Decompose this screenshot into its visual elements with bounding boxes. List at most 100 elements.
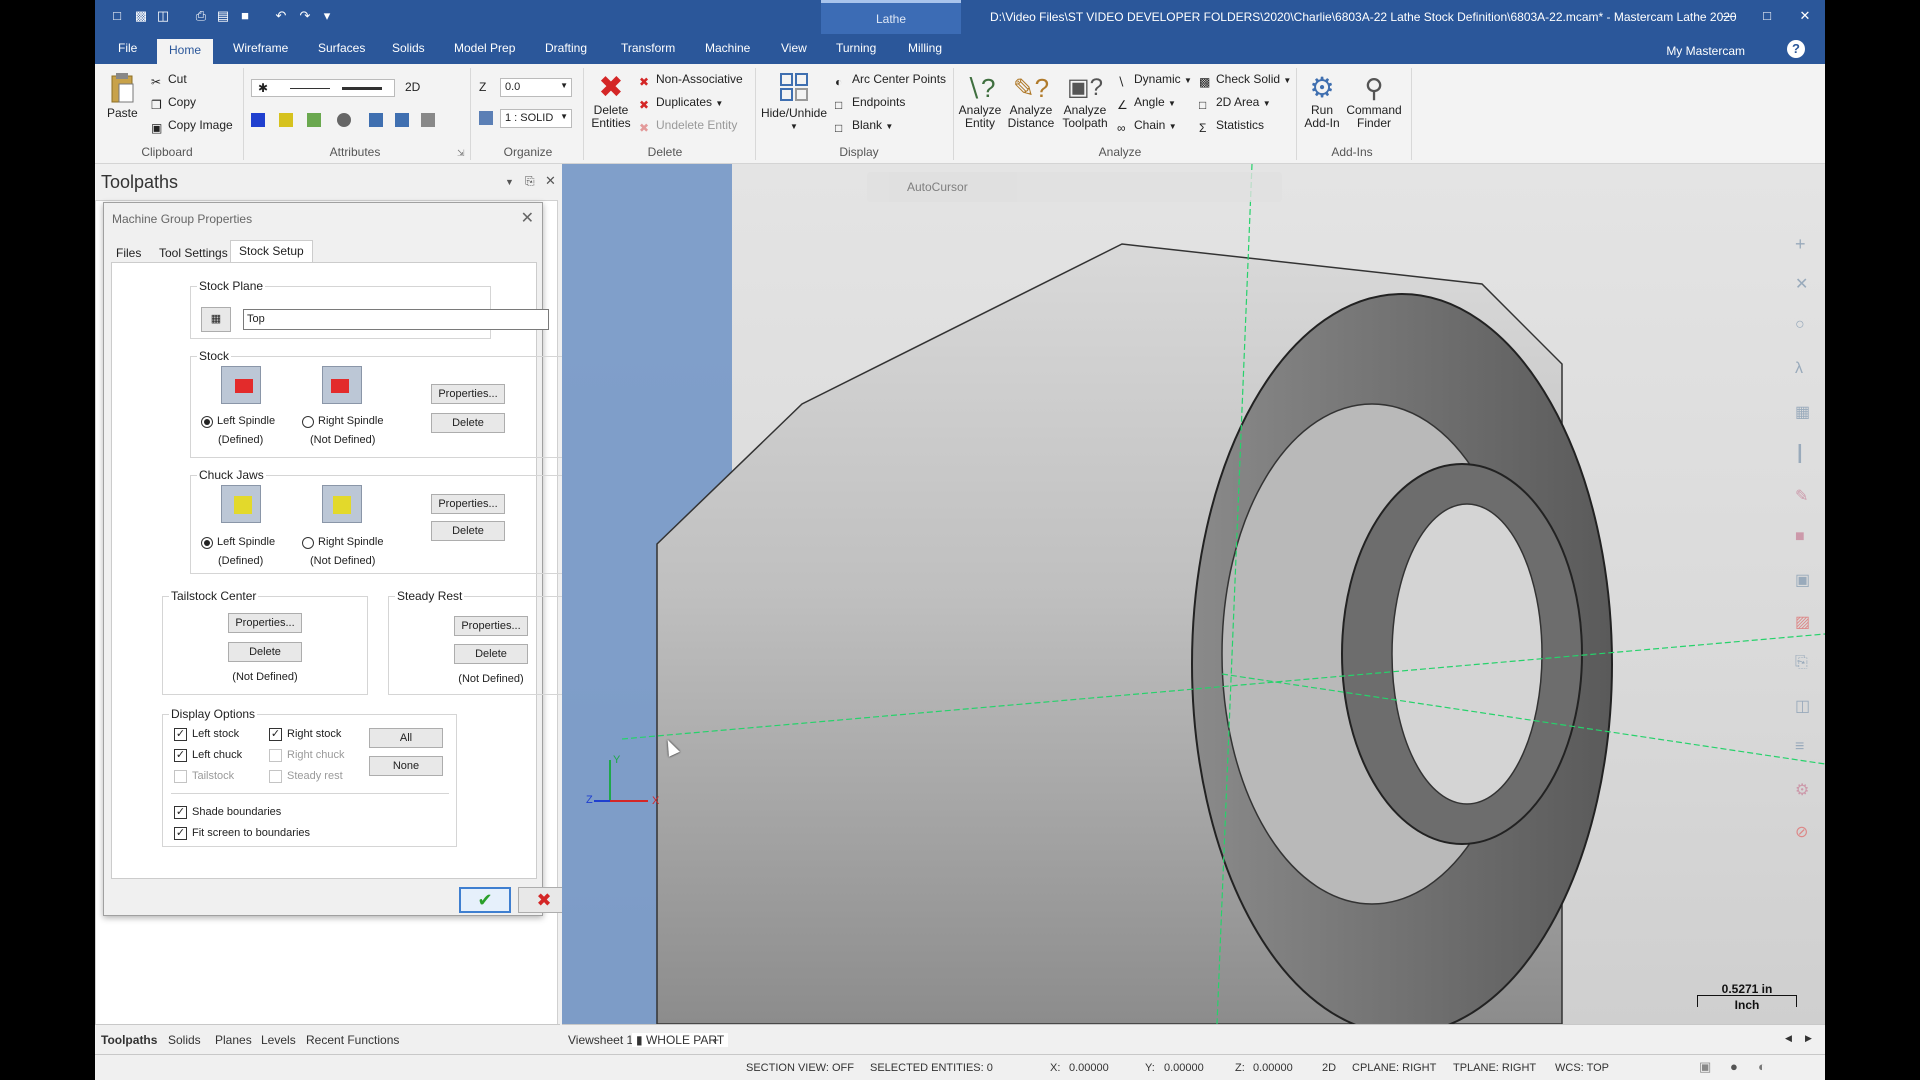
tab-solids[interactable]: Solids: [392, 41, 425, 55]
cut-button[interactable]: ✂ Cut: [151, 72, 187, 89]
pin-icon[interactable]: ⎘: [525, 174, 535, 189]
left-stock-checkbox[interactable]: ✓: [174, 728, 187, 741]
line-style-selector[interactable]: ✱: [251, 79, 395, 97]
hide-unhide-button[interactable]: Hide/Unhide ▼: [759, 72, 829, 133]
tab-file[interactable]: File: [118, 41, 137, 55]
redo-icon[interactable]: ↷: [297, 8, 313, 24]
chuck-properties-button[interactable]: Properties...: [431, 494, 505, 514]
copy-button[interactable]: ❐ Copy: [151, 95, 196, 112]
steady-rest-properties-button[interactable]: Properties...: [454, 616, 528, 636]
fit-icon[interactable]: ✕: [1795, 274, 1817, 296]
section-view-status[interactable]: SECTION VIEW: OFF: [746, 1062, 854, 1074]
z-depth-input[interactable]: 0.0 ▼: [500, 78, 572, 97]
plane-icon[interactable]: ◫: [1795, 696, 1817, 718]
dynamic-button[interactable]: ∖ Dynamic ▼: [1117, 72, 1192, 89]
tab-machine[interactable]: Machine: [705, 41, 750, 55]
tab-solids-manager[interactable]: Solids: [168, 1033, 201, 1047]
pin-icon[interactable]: ⎘: [1795, 654, 1817, 676]
tab-planes[interactable]: Planes: [215, 1033, 252, 1047]
minimize-icon[interactable]: —: [1717, 6, 1741, 26]
endpoints-button[interactable]: □ Endpoints: [835, 95, 905, 112]
arc-center-points-button[interactable]: ◐ Arc Center Points: [835, 72, 946, 89]
stock-right-spindle-radio[interactable]: [302, 416, 314, 428]
tab-levels[interactable]: Levels: [261, 1033, 296, 1047]
layers-icon[interactable]: ≡: [1795, 738, 1817, 760]
tab-drafting[interactable]: Drafting: [545, 41, 587, 55]
merge-icon[interactable]: ■: [237, 8, 253, 24]
wireframe-color-icon[interactable]: [251, 113, 265, 127]
none-button[interactable]: None: [369, 756, 443, 776]
tab-recent-functions[interactable]: Recent Functions: [306, 1033, 399, 1047]
chevron-right-icon[interactable]: ▶: [1805, 1033, 1812, 1044]
attribute-color-tools[interactable]: [251, 111, 461, 131]
tab-transform[interactable]: Transform: [621, 41, 675, 55]
shaded-mode-icon[interactable]: ●: [1730, 1059, 1738, 1074]
analyze-entity-button[interactable]: ∖? Analyze Entity: [957, 72, 1003, 130]
close-icon[interactable]: ✕: [545, 173, 556, 189]
my-mastercam-link[interactable]: My Mastercam: [1666, 44, 1745, 58]
chuck-delete-button[interactable]: Delete: [431, 521, 505, 541]
blank-button[interactable]: □ Blank ▼: [835, 118, 893, 135]
copy-image-button[interactable]: ▣ Copy Image: [151, 118, 233, 135]
analyze-distance-button[interactable]: ✎? Analyze Distance: [1005, 72, 1057, 130]
right-stock-checkbox[interactable]: ✓: [269, 728, 282, 741]
tab-toolpaths[interactable]: Toolpaths: [101, 1033, 157, 1047]
stock-properties-button[interactable]: Properties...: [431, 384, 505, 404]
pencil-icon[interactable]: ✎: [1795, 486, 1817, 508]
tplane-status[interactable]: TPLANE: RIGHT: [1453, 1062, 1536, 1074]
duplicates-button[interactable]: ✖ Duplicates ▼: [639, 95, 723, 112]
transparency-icon[interactable]: [395, 113, 409, 127]
dimension-icon[interactable]: ┃: [1795, 444, 1817, 466]
cplane-status[interactable]: CPLANE: RIGHT: [1352, 1062, 1436, 1074]
surface-color-icon[interactable]: [279, 113, 293, 127]
no-entry-icon[interactable]: ⊘: [1795, 822, 1817, 844]
tab-wireframe[interactable]: Wireframe: [233, 41, 288, 55]
translucency-icon[interactable]: ◐: [1758, 1059, 1766, 1074]
view-icon[interactable]: ▣: [1795, 570, 1817, 592]
shade-boundaries-checkbox[interactable]: ✓: [174, 806, 187, 819]
level-selector[interactable]: 1 : SOLID ▼: [500, 109, 572, 128]
chevron-left-icon[interactable]: ◀: [1785, 1033, 1792, 1044]
check-solid-button[interactable]: ▩ Check Solid ▼: [1199, 72, 1291, 89]
tab-home[interactable]: Home: [157, 39, 214, 65]
stock-plane-field[interactable]: Top: [243, 309, 549, 330]
save-as-icon[interactable]: ▤: [215, 8, 231, 24]
chuck-left-spindle-radio[interactable]: [201, 537, 213, 549]
paste-button[interactable]: Paste: [107, 72, 138, 120]
graphics-viewport[interactable]: AutoCursor + ✕ ○ λ ▦ ┃ ✎ ■ ▣ ▨ ⎘ ◫ ≡ ⚙ ⊘…: [562, 164, 1825, 1024]
save-icon[interactable]: ▩: [133, 8, 149, 24]
statistics-button[interactable]: Σ Statistics: [1199, 118, 1264, 135]
plane-selector-button[interactable]: ▦: [201, 307, 231, 332]
tab-tool-settings[interactable]: Tool Settings: [151, 243, 236, 263]
wireframe-mode-icon[interactable]: ▣: [1699, 1059, 1711, 1075]
wcs-status[interactable]: WCS: TOP: [1555, 1062, 1609, 1074]
print-icon[interactable]: ⎙: [193, 8, 209, 24]
autocursor-toolbar[interactable]: AutoCursor: [867, 172, 1282, 202]
tailstock-delete-button[interactable]: Delete: [228, 642, 302, 662]
zoom-in-icon[interactable]: +: [1795, 234, 1817, 256]
stock-delete-button[interactable]: Delete: [431, 413, 505, 433]
mode-2d-status[interactable]: 2D: [1322, 1062, 1336, 1074]
tailstock-properties-button[interactable]: Properties...: [228, 613, 302, 633]
close-icon[interactable]: ✕: [521, 208, 534, 228]
tab-model-prep[interactable]: Model Prep: [454, 41, 515, 55]
material-icon[interactable]: [337, 113, 351, 127]
attributes-launcher-icon[interactable]: ⇲: [457, 148, 465, 159]
angle-button[interactable]: ∠ Angle ▼: [1117, 95, 1176, 112]
tab-viewsheet-1[interactable]: Viewsheet 1: [568, 1033, 633, 1047]
steady-rest-delete-button[interactable]: Delete: [454, 644, 528, 664]
tab-milling[interactable]: Milling: [908, 41, 942, 55]
dimension-mode[interactable]: 2D: [405, 80, 420, 94]
chuck-right-spindle-radio[interactable]: [302, 537, 314, 549]
stock-left-spindle-radio[interactable]: [201, 416, 213, 428]
tab-stock-setup[interactable]: Stock Setup: [230, 240, 313, 263]
solid-color-icon[interactable]: [307, 113, 321, 127]
clear-colors-icon[interactable]: [421, 113, 435, 127]
new-file-icon[interactable]: □: [109, 8, 125, 24]
help-icon[interactable]: ?: [1787, 40, 1805, 58]
area-2d-button[interactable]: □ 2D Area ▼: [1199, 95, 1271, 112]
gear-icon[interactable]: ⚙: [1795, 780, 1817, 802]
tab-surfaces[interactable]: Surfaces: [318, 41, 365, 55]
solid-icon[interactable]: ▨: [1795, 612, 1817, 634]
chain-select-icon[interactable]: λ: [1795, 360, 1817, 382]
